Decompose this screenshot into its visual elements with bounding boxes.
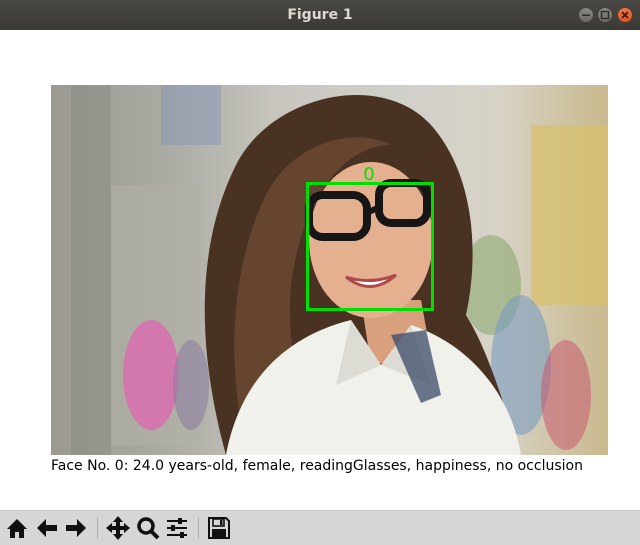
face-caption: Face No. 0: 24.0 years-old, female, read…	[51, 458, 583, 474]
configure-subplots-button[interactable]	[163, 514, 191, 542]
close-icon	[621, 11, 629, 19]
zoom-button[interactable]	[134, 514, 162, 542]
minimize-icon	[582, 14, 590, 16]
home-button[interactable]	[3, 514, 31, 542]
toolbar-separator	[198, 517, 199, 539]
sliders-icon	[167, 518, 187, 538]
home-icon	[7, 519, 27, 538]
floppy-icon	[208, 517, 230, 539]
window-title: Figure 1	[287, 7, 353, 23]
maximize-icon	[600, 10, 610, 20]
figure-canvas[interactable]: 0 Face No. 0: 24.0 years-old, female, re…	[0, 30, 640, 510]
arrow-right-icon	[66, 519, 86, 537]
toolbar-separator	[97, 517, 98, 539]
magnifier-icon	[137, 517, 160, 540]
window-titlebar[interactable]: Figure 1	[0, 0, 640, 30]
save-button[interactable]	[205, 514, 233, 542]
face-photo: 0	[51, 85, 608, 455]
close-button[interactable]	[617, 7, 633, 23]
move-icon	[106, 516, 130, 540]
navigation-toolbar	[0, 510, 640, 545]
pan-button[interactable]	[104, 514, 132, 542]
maximize-button[interactable]	[597, 7, 613, 23]
forward-button[interactable]	[62, 514, 90, 542]
arrow-left-icon	[37, 519, 57, 537]
back-button[interactable]	[33, 514, 61, 542]
minimize-button[interactable]	[578, 7, 594, 23]
face-box-label: 0	[363, 164, 374, 185]
